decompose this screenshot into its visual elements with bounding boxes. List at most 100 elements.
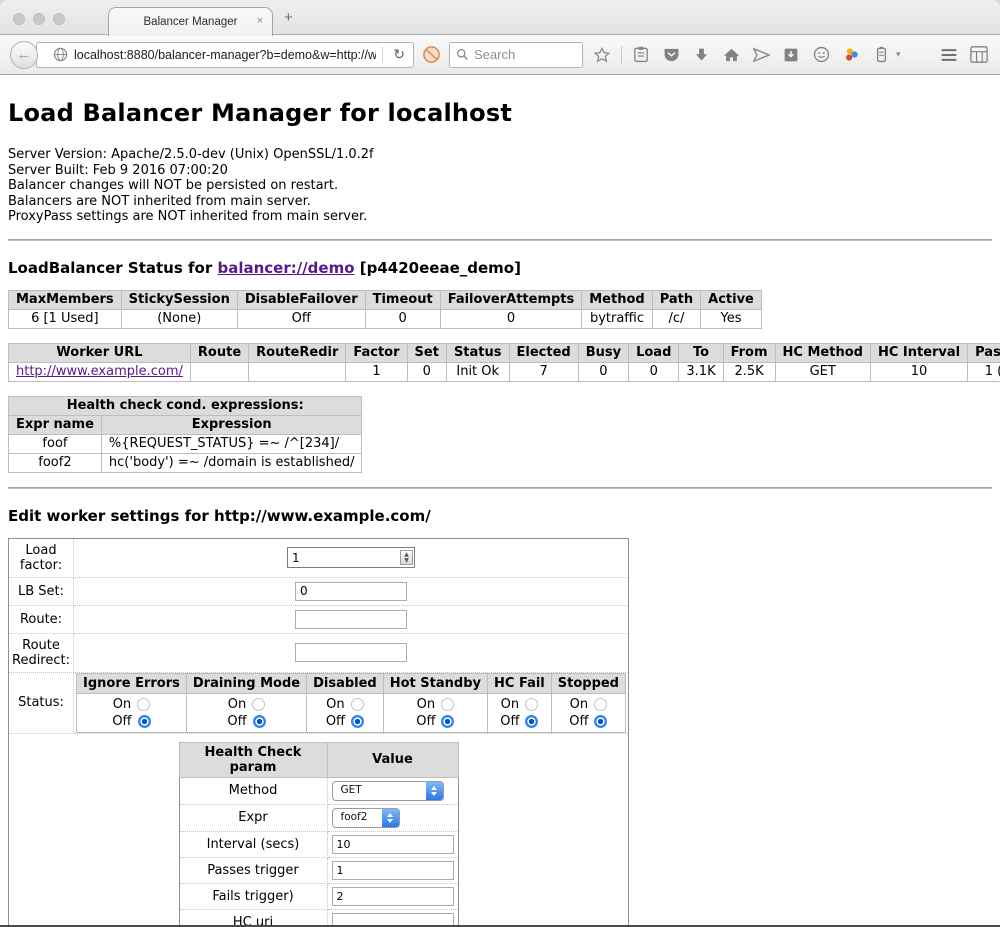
hc-fails-input[interactable]: [332, 887, 454, 906]
col-busy: Busy: [578, 343, 628, 362]
adblock-icon[interactable]: [422, 45, 441, 64]
ignore-errors-off-radio[interactable]: [138, 715, 151, 728]
col-elected: Elected: [509, 343, 578, 362]
hc-method-row: Method GET: [179, 777, 458, 804]
panel-download-icon[interactable]: [780, 44, 802, 66]
load-factor-stepper[interactable]: ▲▼: [287, 547, 415, 568]
overflow-caret-icon[interactable]: ▾: [896, 49, 901, 60]
menu-hamburger-icon[interactable]: [938, 44, 960, 66]
inherit-note-line: Balancers are NOT inherited from main se…: [8, 194, 992, 210]
off-label: Off: [112, 714, 131, 729]
lb-set-input[interactable]: [295, 582, 407, 601]
form-row-status: Status: Ignore Errors Draining Mode Disa…: [9, 672, 629, 733]
feedback-smiley-icon[interactable]: [810, 44, 832, 66]
col-worker-url: Worker URL: [9, 343, 191, 362]
hc-fail-off-radio[interactable]: [525, 715, 538, 728]
url-bar[interactable]: localhost:8880/balancer-manager?b=demo&w…: [36, 42, 414, 68]
minimize-window-button[interactable]: [33, 13, 45, 25]
hc-expressions-table: Health check cond. expressions: Expr nam…: [8, 396, 362, 473]
tab-groups-icon[interactable]: [968, 44, 990, 66]
proxypass-note-line: ProxyPass settings are NOT inherited fro…: [8, 209, 992, 225]
balancer-demo-link[interactable]: balancer://demo: [217, 259, 354, 277]
lb-set-label: LB Set:: [9, 577, 74, 605]
new-tab-button[interactable]: +: [284, 9, 293, 26]
load-factor-input[interactable]: [289, 551, 400, 565]
pocket-icon[interactable]: [660, 44, 682, 66]
route-input[interactable]: [295, 610, 407, 629]
close-window-button[interactable]: [13, 13, 25, 25]
col-value: Value: [327, 742, 458, 777]
col-timeout: Timeout: [365, 290, 440, 309]
col-set: Set: [407, 343, 446, 362]
hot-standby-on-radio[interactable]: [441, 698, 454, 711]
cell-from: 2.5K: [723, 362, 775, 381]
downloads-icon[interactable]: [690, 44, 712, 66]
draining-mode-off-radio[interactable]: [253, 715, 266, 728]
window-controls[interactable]: [13, 13, 65, 25]
off-label: Off: [326, 714, 345, 729]
col-status: Status: [446, 343, 509, 362]
table-header-row: MaxMembers StickySession DisableFailover…: [9, 290, 762, 309]
route-label: Route:: [9, 605, 74, 633]
hc-passes-input[interactable]: [332, 861, 454, 880]
hc-uri-input[interactable]: [332, 913, 454, 927]
hc-fail-on-radio[interactable]: [525, 698, 538, 711]
on-label: On: [417, 697, 435, 712]
hc-interval-input[interactable]: [332, 835, 454, 854]
disabled-on-radio[interactable]: [351, 698, 364, 711]
ignore-errors-on-radio[interactable]: [137, 698, 150, 711]
table-row: foof %{REQUEST_STATUS} =~ /^[234]/: [9, 434, 362, 453]
urlbar-divider: [382, 47, 383, 63]
worker-url-link[interactable]: http://www.example.com/: [16, 364, 183, 379]
search-input[interactable]: [474, 47, 564, 62]
search-icon: [456, 48, 469, 61]
browser-window: Balancer Manager × + ← localhost:8880/ba…: [0, 0, 1000, 927]
hot-standby-off-radio[interactable]: [441, 715, 454, 728]
send-tab-icon[interactable]: [750, 44, 772, 66]
hc-expr-select[interactable]: foof2: [332, 808, 400, 828]
back-button[interactable]: ←: [10, 41, 38, 69]
form-row-load-factor: Load factor: ▲▼: [9, 538, 629, 577]
device-battery-icon[interactable]: [870, 44, 892, 66]
hc-interval-row: Interval (secs): [179, 831, 458, 857]
cell-to: 3.1K: [679, 362, 723, 381]
stopped-on-radio[interactable]: [594, 698, 607, 711]
stopped-off-radio[interactable]: [594, 715, 607, 728]
on-label: On: [570, 697, 588, 712]
on-label: On: [113, 697, 131, 712]
balancer-status-heading: LoadBalancer Status for balancer://demo …: [8, 259, 992, 277]
tab-close-icon[interactable]: ×: [257, 16, 263, 27]
tab-balancer-manager[interactable]: Balancer Manager ×: [108, 7, 273, 36]
hc-method-select[interactable]: GET: [332, 781, 444, 801]
heading-prefix: LoadBalancer Status for: [8, 259, 217, 277]
table-caption-row: Health check cond. expressions:: [9, 396, 362, 415]
reading-list-icon[interactable]: [630, 44, 652, 66]
col-stickysession: StickySession: [121, 290, 237, 309]
reload-icon[interactable]: ↻: [389, 46, 409, 63]
bookmark-star-icon[interactable]: [591, 44, 613, 66]
table-row: http://www.example.com/ 1 0 Init Ok 7 0 …: [9, 362, 1000, 381]
divider: [8, 487, 992, 489]
colored-dots-extension-icon[interactable]: [840, 44, 862, 66]
workers-table: Worker URL Route RouteRedir Factor Set S…: [8, 343, 1000, 382]
select-arrows-icon: [426, 782, 443, 800]
col-draining-mode: Draining Mode: [186, 673, 306, 693]
disabled-off-radio[interactable]: [351, 715, 364, 728]
cell-expression: %{REQUEST_STATUS} =~ /^[234]/: [101, 434, 362, 453]
col-from: From: [723, 343, 775, 362]
draining-mode-on-radio[interactable]: [252, 698, 265, 711]
cell-maxmembers: 6 [1 Used]: [9, 309, 122, 328]
url-text[interactable]: localhost:8880/balancer-manager?b=demo&w…: [74, 48, 376, 62]
form-row-lb-set: LB Set:: [9, 577, 629, 605]
cell-method: bytraffic: [582, 309, 652, 328]
col-hc-fail: HC Fail: [488, 673, 552, 693]
cell-path: /c/: [652, 309, 700, 328]
route-redirect-input[interactable]: [295, 643, 407, 662]
radio-row: On Off On Off On Off: [77, 693, 626, 732]
server-version-line: Server Version: Apache/2.5.0-dev (Unix) …: [8, 147, 992, 163]
stepper-arrows-icon[interactable]: ▲▼: [400, 550, 413, 565]
home-icon[interactable]: [720, 44, 742, 66]
zoom-window-button[interactable]: [53, 13, 65, 25]
search-bar[interactable]: [449, 42, 583, 68]
persist-note-line: Balancer changes will NOT be persisted o…: [8, 178, 992, 194]
